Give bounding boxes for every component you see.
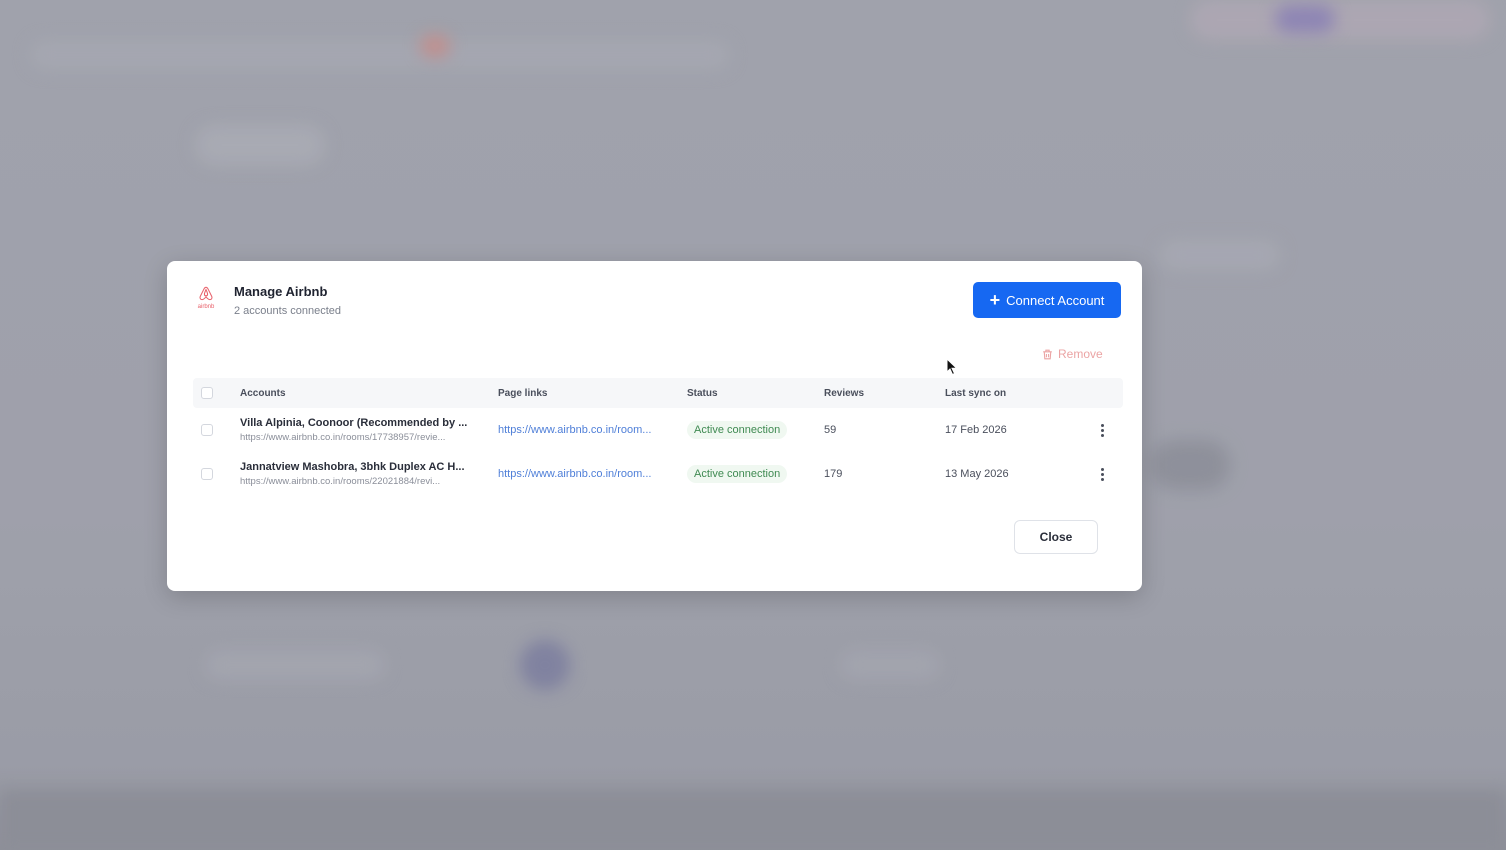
account-url: https://www.airbnb.co.in/rooms/17738957/… bbox=[240, 432, 446, 443]
last-sync-date: 13 May 2026 bbox=[945, 468, 1009, 480]
manage-airbnb-dialog: airbnb Manage Airbnb 2 accounts connecte… bbox=[167, 261, 1142, 591]
header-status: Status bbox=[687, 387, 718, 399]
dialog-subtitle: 2 accounts connected bbox=[234, 305, 342, 317]
header-last-sync: Last sync on bbox=[945, 387, 1007, 399]
airbnb-wordmark: airbnb bbox=[197, 304, 215, 310]
select-all-checkbox[interactable] bbox=[201, 387, 213, 399]
status-badge: Active connection bbox=[687, 421, 788, 439]
page-link[interactable]: https://www.airbnb.co.in/room... bbox=[498, 468, 651, 480]
account-url: https://www.airbnb.co.in/rooms/22021884/… bbox=[240, 476, 441, 487]
reviews-count: 179 bbox=[824, 468, 843, 480]
accounts-table: Accounts Page links Status Reviews Last … bbox=[193, 378, 1123, 496]
trash-icon bbox=[1043, 349, 1052, 359]
connect-account-button[interactable]: + Connect Account bbox=[973, 282, 1121, 318]
remove-label: Remove bbox=[1058, 347, 1103, 361]
header-reviews: Reviews bbox=[824, 387, 865, 399]
reviews-count: 59 bbox=[824, 424, 837, 436]
mouse-pointer-icon bbox=[946, 358, 958, 376]
more-vertical-icon[interactable] bbox=[1100, 467, 1104, 481]
status-badge: Active connection bbox=[687, 465, 788, 483]
table-header: Accounts Page links Status Reviews Last … bbox=[193, 378, 1123, 408]
account-name: Villa Alpinia, Coonoor (Recommended by .… bbox=[240, 417, 468, 429]
table-row: Jannatview Mashobra, 3bhk Duplex AC H...… bbox=[193, 452, 1123, 496]
more-vertical-icon[interactable] bbox=[1100, 423, 1104, 437]
page-link[interactable]: https://www.airbnb.co.in/room... bbox=[498, 424, 651, 436]
row-checkbox[interactable] bbox=[201, 424, 213, 436]
account-name: Jannatview Mashobra, 3bhk Duplex AC H... bbox=[240, 461, 465, 473]
close-button[interactable]: Close bbox=[1014, 520, 1098, 554]
dialog-title: Manage Airbnb bbox=[234, 284, 328, 299]
plus-icon: + bbox=[989, 290, 1001, 310]
header-accounts: Accounts bbox=[240, 387, 286, 399]
header-page-links: Page links bbox=[498, 387, 548, 399]
table-row: Villa Alpinia, Coonoor (Recommended by .… bbox=[193, 408, 1123, 452]
connect-account-label: Connect Account bbox=[1006, 292, 1105, 308]
last-sync-date: 17 Feb 2026 bbox=[945, 424, 1007, 436]
airbnb-logo: airbnb bbox=[193, 285, 219, 315]
row-checkbox[interactable] bbox=[201, 468, 213, 480]
airbnb-logo-icon bbox=[199, 286, 213, 301]
remove-button[interactable]: Remove bbox=[1041, 347, 1103, 361]
